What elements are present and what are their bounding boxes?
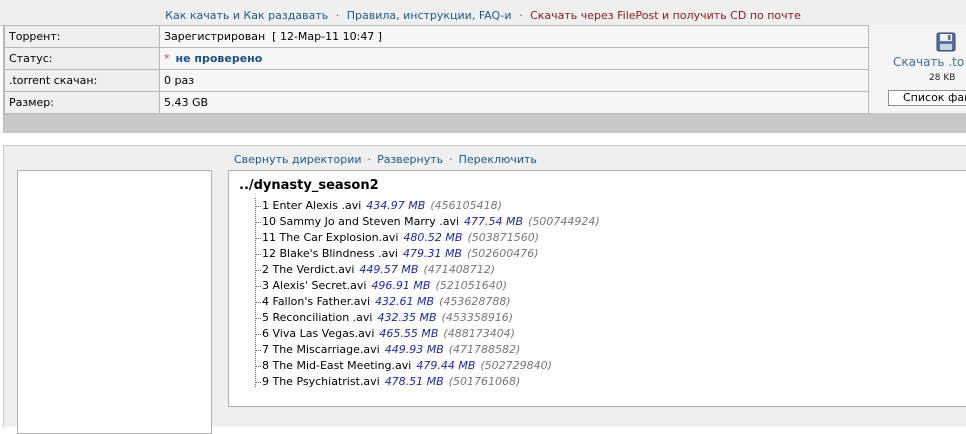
- torrent-info-section: Торрент: Зарегистрирован [ 12-Мар-11 10:…: [3, 25, 966, 133]
- file-bytes: (488173404): [443, 327, 515, 340]
- file-item: 10 Sammy Jo and Steven Marry .avi 477.54 …: [256, 214, 600, 230]
- file-size: 479.44 MB: [416, 359, 476, 372]
- file-item: 9 The Psychiatrist.avi 478.51 MB (50176106…: [256, 374, 600, 390]
- file-item: 8 The Mid-East Meeting.avi 479.44 MB (5027…: [256, 358, 600, 374]
- separator: ·: [367, 153, 372, 166]
- separator: ·: [519, 9, 523, 22]
- download-count-value: 0 раз: [159, 69, 872, 92]
- file-bytes: (502729840): [480, 359, 552, 372]
- file-name: 12 Blake's Blindness .avi: [262, 247, 398, 260]
- file-tree: ../dynasty_season2 1 Enter Alexis .avi 43…: [228, 170, 966, 407]
- file-item: 3 Alexis' Secret.avi 496.91 MB (521051640): [256, 278, 600, 294]
- file-bytes: (501761068): [448, 375, 521, 388]
- top-links-bar: Как качать и Как раздавать · Правила, ин…: [0, 0, 966, 26]
- size-value: 5.43 GB: [159, 91, 872, 114]
- toggle-link[interactable]: Переключить: [459, 153, 537, 166]
- file-name: 4 Fallon's Father.avi: [262, 295, 371, 308]
- file-name: 8 The Mid-East Meeting.avi: [262, 359, 412, 372]
- file-bytes: (471788582): [448, 343, 521, 356]
- file-list-button[interactable]: Список фай: [888, 90, 966, 106]
- info-label: Торрент:: [4, 25, 160, 48]
- file-name: 10 Sammy Jo and Steven Marry .avi: [262, 215, 460, 228]
- separator: ·: [335, 9, 340, 22]
- file-name: 6 Viva Las Vegas.avi: [262, 327, 375, 340]
- file-item: 7 The Miscarriage.avi 449.93 MB (471788582…: [256, 342, 600, 358]
- status-cell: * не проверено: [159, 47, 872, 70]
- torrent-file-size: 28 KB: [929, 73, 956, 83]
- file-size: 465.55 MB: [379, 327, 439, 340]
- file-item: 4 Fallon's Father.avi 432.61 MB (453628788…: [256, 294, 600, 310]
- file-size: 432.61 MB: [375, 295, 435, 308]
- file-size: 449.93 MB: [384, 343, 444, 356]
- floppy-disk-icon[interactable]: [936, 32, 956, 55]
- file-size: 478.51 MB: [384, 375, 444, 388]
- torrent-info-table: Торрент: Зарегистрирован [ 12-Мар-11 10:…: [4, 25, 872, 114]
- file-bytes: (453358916): [441, 311, 514, 324]
- download-box: Скачать .to 28 KB Список фай: [868, 25, 966, 113]
- info-row-torrent: Торрент: Зарегистрирован [ 12-Мар-11 10:…: [4, 25, 872, 48]
- file-list: 1 Enter Alexis .avi 434.97 MB (456105418) 1…: [256, 198, 600, 390]
- file-size: 496.91 MB: [371, 279, 431, 292]
- file-item: 5 Reconciliation .avi 432.35 MB (453358916…: [256, 310, 600, 326]
- info-row-downloads: .torrent скачан: 0 раз: [4, 69, 872, 92]
- info-label: Статус:: [4, 47, 160, 70]
- file-name: 11 The Car Explosion.avi: [262, 231, 399, 244]
- file-bytes: (502600476): [466, 247, 539, 260]
- collapse-directories-link[interactable]: Свернуть директории: [234, 153, 362, 166]
- file-bytes: (453628788): [439, 295, 511, 308]
- file-size: 434.97 MB: [366, 199, 426, 212]
- file-item: 12 Blake's Blindness .avi 479.31 MB (50260…: [256, 246, 600, 262]
- file-bytes: (521051640): [435, 279, 508, 292]
- file-name: 2 The Verdict.avi: [262, 263, 355, 276]
- info-label: .torrent скачан:: [4, 69, 160, 92]
- tree-nav: Свернуть директории · Развернуть · Переключи…: [234, 153, 537, 166]
- file-bytes: (471408712): [423, 263, 496, 276]
- file-item: 2 The Verdict.avi 449.57 MB (471408712): [256, 262, 600, 278]
- download-torrent-link[interactable]: Скачать .to: [893, 55, 964, 69]
- file-size: 432.35 MB: [377, 311, 437, 324]
- file-size: 477.54 MB: [464, 215, 524, 228]
- separator: ·: [449, 153, 453, 166]
- expand-link[interactable]: Развернуть: [377, 153, 443, 166]
- left-empty-box: [17, 170, 212, 434]
- info-label: Размер:: [4, 91, 160, 114]
- file-bytes: (503871560): [467, 231, 540, 244]
- filepost-download-link[interactable]: Скачать через FilePost и получить CD по …: [530, 9, 801, 22]
- file-size: 449.57 MB: [359, 263, 419, 276]
- file-size: 480.52 MB: [403, 231, 463, 244]
- file-size: 479.31 MB: [402, 247, 462, 260]
- file-name: 7 The Miscarriage.avi: [262, 343, 380, 356]
- file-item: 6 Viva Las Vegas.avi 465.55 MB (488173404): [256, 326, 600, 342]
- rules-faq-link[interactable]: Правила, инструкции, FAQ-и: [347, 9, 512, 22]
- file-bytes: (500744924): [528, 215, 600, 228]
- registration-value: Зарегистрирован [ 12-Мар-11 10:47 ]: [159, 25, 872, 48]
- how-to-download-link[interactable]: Как качать и Как раздавать: [165, 9, 328, 22]
- directory-name[interactable]: ../dynasty_season2: [239, 178, 379, 193]
- file-name: 1 Enter Alexis .avi: [262, 199, 362, 212]
- file-item: 1 Enter Alexis .avi 434.97 MB (456105418): [256, 198, 600, 214]
- status-value: не проверено: [175, 52, 263, 65]
- file-bytes: (456105418): [430, 199, 502, 212]
- status-marker: *: [164, 52, 170, 65]
- info-row-size: Размер: 5.43 GB: [4, 91, 872, 114]
- file-name: 5 Reconciliation .avi: [262, 311, 373, 324]
- info-row-status: Статус: * не проверено: [4, 47, 872, 70]
- file-item: 11 The Car Explosion.avi 480.52 MB (503871…: [256, 230, 600, 246]
- file-name: 9 The Psychiatrist.avi: [262, 375, 380, 388]
- file-name: 3 Alexis' Secret.avi: [262, 279, 367, 292]
- file-tree-panel: Свернуть директории · Развернуть · Переключи…: [3, 145, 966, 434]
